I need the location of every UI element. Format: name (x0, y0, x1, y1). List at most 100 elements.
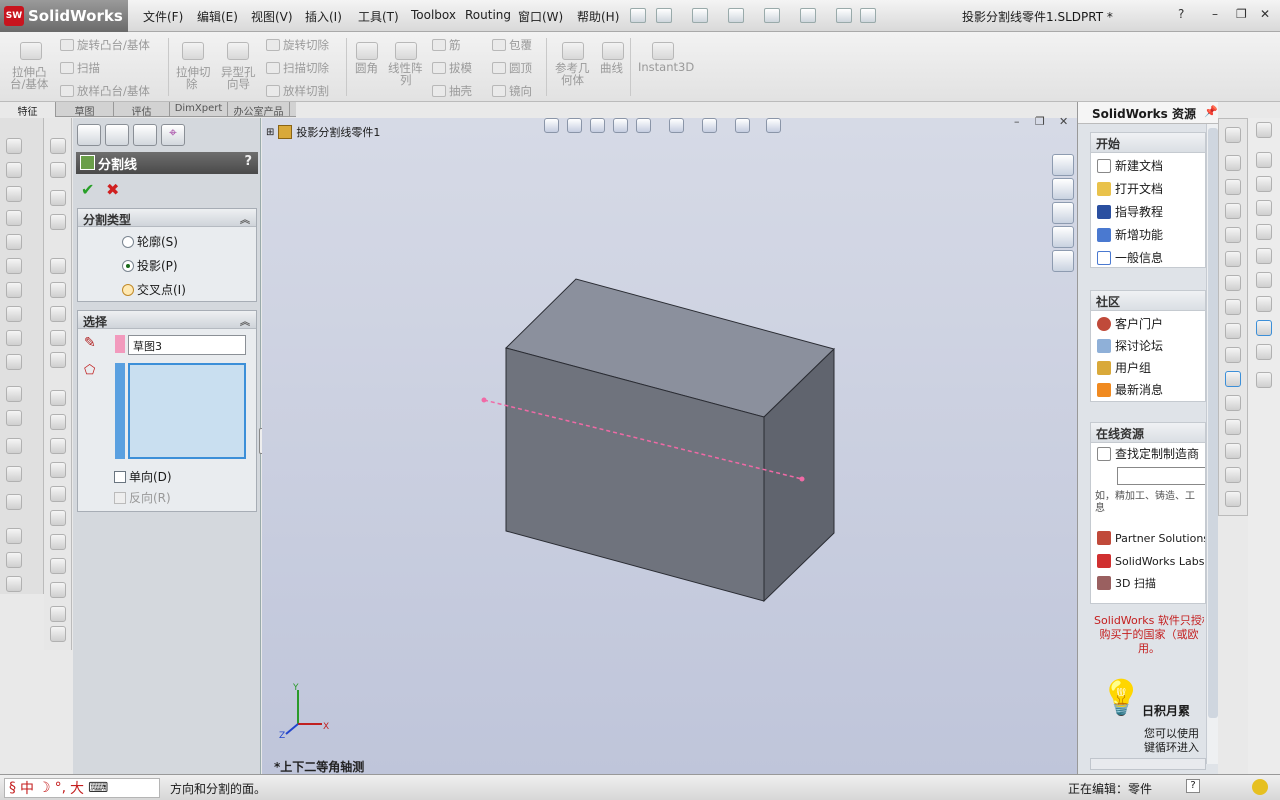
ime-moon-icon[interactable]: ☽ (38, 780, 51, 796)
help-dropdown-icon[interactable]: ? (1178, 7, 1184, 21)
right-view-icon[interactable] (1256, 224, 1272, 240)
solidworks-labs-link[interactable]: SolidWorks Labs (1097, 554, 1204, 568)
front-view-icon[interactable] (1256, 152, 1272, 168)
sweep-button[interactable]: 扫描 (60, 60, 100, 76)
model-canvas[interactable]: Y X Z (262, 118, 1077, 774)
zoom-to-area-icon[interactable] (1225, 227, 1241, 243)
tool-icon-1[interactable] (6, 138, 22, 154)
manufacturer-search-input[interactable] (1117, 467, 1205, 485)
split-type-header[interactable]: 分割类型 ︽ (78, 209, 256, 227)
scroll-thumb[interactable] (1208, 128, 1218, 718)
linear-pattern-icon[interactable] (395, 42, 417, 60)
tab-evaluate[interactable]: 评估 (114, 102, 170, 118)
collapse-chevron-icon[interactable]: ︽ (240, 313, 250, 328)
sketch-endpoint-end[interactable] (799, 476, 805, 482)
task-pane-pin-icon[interactable]: 📌 (1204, 105, 1218, 118)
back-view-icon[interactable] (1256, 176, 1272, 192)
cancel-button[interactable]: ✖ (106, 180, 119, 199)
rib-button[interactable]: 筋 (432, 37, 461, 53)
user-groups-link[interactable]: 用户组 (1097, 359, 1151, 376)
split-line-icon[interactable] (50, 352, 66, 368)
shaded-icon[interactable] (1225, 395, 1241, 411)
menu-window[interactable]: 窗口(W) (518, 8, 563, 25)
pin-icon[interactable] (630, 8, 646, 23)
radio-silhouette[interactable]: 轮廓(S) (122, 233, 178, 250)
tool-icon-14[interactable] (6, 466, 22, 482)
curve-tool-icon-2[interactable] (50, 162, 66, 178)
ime-keyboard-icon[interactable]: ⌨ (88, 780, 108, 796)
restore-icon[interactable]: ❐ (1236, 7, 1247, 21)
menu-toolbox[interactable]: Toolbox (411, 8, 456, 22)
zoom-selection-icon[interactable] (1225, 251, 1241, 267)
radio-projection[interactable]: 投影(P) (122, 257, 178, 274)
menu-routing[interactable]: Routing (465, 8, 511, 22)
tool-icon-12[interactable] (6, 410, 22, 426)
curve-tool-icon-12[interactable] (50, 438, 66, 454)
tool-icon-9[interactable] (6, 330, 22, 346)
sketch-endpoint-start[interactable] (481, 397, 487, 403)
instant3d-icon[interactable] (652, 42, 674, 60)
bottom-view-icon[interactable] (1256, 272, 1272, 288)
sketch-selection-field[interactable]: 草图3 (128, 335, 246, 355)
wireframe-icon[interactable] (1225, 299, 1241, 315)
menu-help[interactable]: 帮助(H) (577, 8, 619, 25)
fillet-icon[interactable] (356, 42, 378, 60)
realview-icon[interactable] (1225, 491, 1241, 507)
task-pane-hscrollbar[interactable] (1090, 758, 1206, 770)
tab-features[interactable]: 特征 (0, 102, 56, 118)
loft-boss-button[interactable]: 放样凸台/基体 (60, 83, 150, 99)
tool-icon-18[interactable] (6, 576, 22, 592)
radio-intersection[interactable]: 交叉点(I) (122, 281, 186, 298)
tool-icon-8[interactable] (6, 306, 22, 322)
partner-solutions-link[interactable]: Partner Solutions(I (1097, 531, 1205, 545)
view-tool-icon-extra[interactable] (1256, 372, 1272, 388)
open-document-link[interactable]: 打开文档 (1097, 180, 1163, 197)
revolve-cut-button[interactable]: 旋转切除 (266, 37, 329, 53)
3d-scan-link[interactable]: 3D 扫描 (1097, 575, 1156, 591)
tool-icon-10[interactable] (6, 354, 22, 370)
customer-portal-link[interactable]: 客户门户 (1097, 315, 1163, 332)
collapse-chevron-icon[interactable]: ︽ (240, 211, 250, 226)
ime-chinese-mode[interactable]: 中 (20, 778, 34, 798)
tool-icon-17[interactable] (6, 552, 22, 568)
undo-icon[interactable] (800, 8, 816, 23)
curve-tool-icon-6[interactable] (50, 282, 66, 298)
tool-icon-7[interactable] (6, 282, 22, 298)
extrude-cut-icon[interactable] (182, 42, 204, 60)
hidden-lines-icon[interactable] (1225, 323, 1241, 339)
curve-tool-icon-15[interactable] (50, 510, 66, 526)
menu-tools[interactable]: 工具(T) (358, 8, 399, 25)
normal-to-icon[interactable] (1256, 122, 1272, 138)
revolve-boss-button[interactable]: 旋转凸台/基体 (60, 37, 150, 53)
feature-tree-tab-icon[interactable] (77, 124, 101, 146)
new-doc-icon[interactable] (656, 8, 672, 23)
print-icon[interactable] (764, 8, 780, 23)
tab-sketch[interactable]: 草图 (56, 102, 114, 118)
notification-icon[interactable] (1252, 779, 1268, 795)
tool-icon-16[interactable] (6, 528, 22, 544)
menu-view[interactable]: 视图(V) (251, 8, 293, 25)
shell-button[interactable]: 抽壳 (432, 83, 472, 99)
shaded-edges-icon[interactable] (1225, 371, 1241, 387)
open-doc-icon[interactable] (692, 8, 708, 23)
news-link[interactable]: 最新消息 (1097, 381, 1163, 398)
menu-edit[interactable]: 编辑(E) (197, 8, 238, 25)
ime-punct-icon[interactable]: °, (55, 780, 66, 796)
tool-icon-5[interactable] (6, 234, 22, 250)
select-icon[interactable] (836, 8, 852, 23)
view-tool-icon-1[interactable] (1225, 127, 1241, 143)
tool-icon-13[interactable] (6, 438, 22, 454)
configuration-tab-icon[interactable] (133, 124, 157, 146)
curve-tool-icon-1[interactable] (50, 138, 66, 154)
menu-insert[interactable]: 插入(I) (305, 8, 342, 25)
shadows-icon[interactable] (1225, 419, 1241, 435)
faces-selection-list[interactable] (128, 363, 246, 459)
minimize-icon[interactable]: – (1212, 7, 1218, 21)
hidden-removed-icon[interactable] (1225, 347, 1241, 363)
sweep-cut-button[interactable]: 扫描切除 (266, 60, 329, 76)
whats-new-link[interactable]: 新增功能 (1097, 226, 1163, 243)
trimetric-view-icon[interactable] (1256, 320, 1272, 336)
forum-link[interactable]: 探讨论坛 (1097, 337, 1163, 354)
menu-file[interactable]: 文件(F) (143, 8, 183, 25)
tool-icon-3[interactable] (6, 186, 22, 202)
